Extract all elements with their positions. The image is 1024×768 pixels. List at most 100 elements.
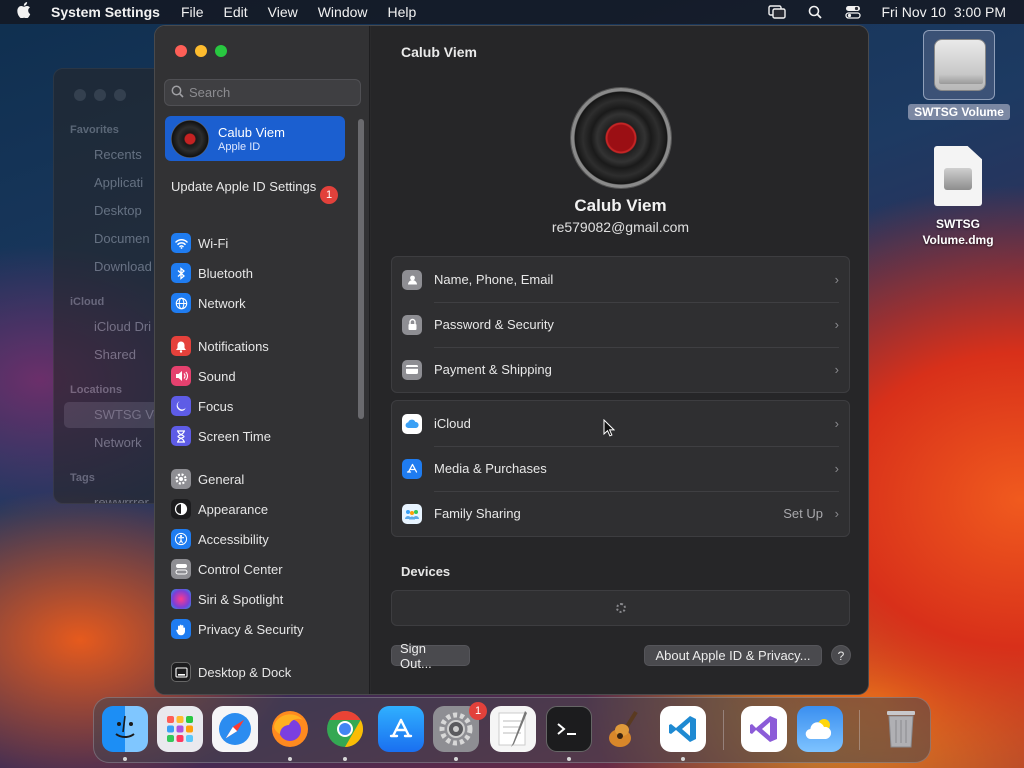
finder-item-desktop[interactable]: Desktop bbox=[94, 203, 142, 218]
dock-trash-icon[interactable] bbox=[878, 706, 924, 752]
dock-launchpad-icon[interactable] bbox=[157, 706, 203, 752]
dock-terminal-icon[interactable] bbox=[546, 706, 592, 752]
sidebar-item-accessibility[interactable]: Accessibility bbox=[171, 528, 269, 550]
row-label: Family Sharing bbox=[434, 506, 521, 521]
finder-item-documents[interactable]: Documen bbox=[94, 231, 150, 246]
row-payment-shipping[interactable]: Payment & Shipping › bbox=[392, 347, 849, 392]
finder-item-swtsg-volume[interactable]: SWTSG Vo bbox=[94, 407, 160, 422]
dock-weather-icon[interactable] bbox=[797, 706, 843, 752]
sidebar-item-privacy-security[interactable]: Privacy & Security bbox=[171, 618, 303, 640]
row-icloud[interactable]: iCloud › bbox=[392, 401, 849, 446]
sidebar-scrollbar-thumb[interactable] bbox=[358, 119, 364, 419]
control-center-icon[interactable] bbox=[844, 5, 862, 19]
desktop-dmg-label[interactable]: SWTSG Volume.dmg bbox=[906, 216, 1010, 248]
sidebar-item-label: Desktop & Dock bbox=[198, 664, 292, 680]
account-name: Calub Viem bbox=[218, 124, 285, 140]
sidebar-item-update-apple-id[interactable]: Update Apple ID Settings bbox=[171, 179, 341, 195]
dock-visual-studio-icon[interactable] bbox=[741, 706, 787, 752]
menu-window[interactable]: Window bbox=[318, 4, 368, 20]
row-family-sharing[interactable]: Family Sharing Set Up › bbox=[392, 491, 849, 536]
globe-icon bbox=[171, 293, 191, 313]
chevron-right-icon: › bbox=[834, 416, 839, 431]
sidebar-item-focus[interactable]: Focus bbox=[171, 395, 233, 417]
dock-settings-badge: 1 bbox=[469, 702, 487, 720]
finder-window[interactable]: Favorites Recents Applicati Desktop Docu… bbox=[53, 68, 163, 504]
finder-item-downloads[interactable]: Download bbox=[94, 259, 152, 274]
dock-vscode-icon[interactable] bbox=[660, 706, 706, 752]
sidebar-search[interactable] bbox=[164, 79, 361, 106]
finder-item-applications[interactable]: Applicati bbox=[94, 175, 143, 190]
bluetooth-icon bbox=[171, 263, 191, 283]
finder-section-icloud: iCloud bbox=[70, 296, 105, 308]
dock-running-indicator bbox=[567, 757, 571, 761]
row-password-security[interactable]: Password & Security › bbox=[392, 302, 849, 347]
dock-separator bbox=[723, 710, 724, 750]
sidebar-item-apple-id[interactable]: Calub Viem Apple ID bbox=[165, 116, 345, 161]
finder-item-shared[interactable]: Shared bbox=[94, 347, 136, 362]
minimize-button[interactable] bbox=[195, 45, 207, 57]
about-apple-id-privacy-button[interactable]: About Apple ID & Privacy... bbox=[644, 645, 822, 666]
profile-email: re579082@gmail.com bbox=[551, 219, 690, 235]
sidebar-item-label: General bbox=[198, 471, 245, 487]
sidebar-item-sound[interactable]: Sound bbox=[171, 365, 236, 387]
apple-menu-icon[interactable] bbox=[17, 2, 39, 22]
desktop-dmg-icon[interactable] bbox=[934, 146, 982, 206]
sidebar-item-general[interactable]: General bbox=[171, 468, 244, 490]
sidebar-item-wifi[interactable]: Wi-Fi bbox=[171, 232, 228, 254]
finder-item-recents[interactable]: Recents bbox=[94, 147, 142, 162]
row-name-phone-email[interactable]: Name, Phone, Email › bbox=[392, 257, 849, 302]
dock-instruments-icon[interactable] bbox=[601, 706, 647, 752]
finder-item-network[interactable]: Network bbox=[94, 435, 142, 450]
menu-clock[interactable]: Fri Nov 10 3:00 PM bbox=[882, 4, 1007, 20]
sidebar-item-network[interactable]: Network bbox=[171, 292, 246, 314]
sidebar-item-label: Appearance bbox=[198, 501, 269, 517]
menu-view[interactable]: View bbox=[268, 4, 298, 20]
dock-safari-icon[interactable] bbox=[212, 706, 258, 752]
screen-mirroring-icon[interactable] bbox=[767, 5, 786, 19]
page-title: Calub Viem bbox=[401, 44, 477, 60]
finder-item-icloud-drive[interactable]: iCloud Dri bbox=[94, 319, 151, 334]
sidebar-item-label: Focus bbox=[198, 398, 234, 414]
search-input[interactable] bbox=[189, 85, 349, 100]
sidebar-item-screen-time[interactable]: Screen Time bbox=[171, 425, 271, 447]
sidebar-item-label: Notifications bbox=[198, 338, 269, 354]
sidebar-item-notifications[interactable]: Notifications bbox=[171, 335, 269, 357]
finder-section-favorites: Favorites bbox=[70, 124, 119, 136]
app-menu[interactable]: System Settings bbox=[51, 4, 160, 20]
sidebar-scrollbar[interactable] bbox=[358, 119, 364, 419]
sidebar-item-label: Screen Time bbox=[198, 428, 271, 444]
dock-app-store-icon[interactable] bbox=[378, 706, 424, 752]
dock-firefox-icon[interactable] bbox=[267, 706, 313, 752]
dock-finder-icon[interactable] bbox=[102, 706, 148, 752]
help-button[interactable]: ? bbox=[831, 645, 851, 665]
system-settings-window: Calub Viem Apple ID Update Apple ID Sett… bbox=[154, 25, 869, 695]
menu-edit[interactable]: Edit bbox=[224, 4, 248, 20]
loading-spinner-icon bbox=[615, 603, 626, 613]
dock-textedit-icon[interactable] bbox=[490, 706, 536, 752]
desktop-drive-icon[interactable] bbox=[923, 30, 995, 100]
menu-help[interactable]: Help bbox=[388, 4, 417, 20]
sidebar-item-siri-spotlight[interactable]: Siri & Spotlight bbox=[171, 588, 283, 610]
sidebar-item-appearance[interactable]: Appearance bbox=[171, 498, 268, 520]
finder-section-tags: Tags bbox=[70, 472, 95, 484]
sidebar-item-label: Siri & Spotlight bbox=[198, 591, 284, 607]
app-store-icon bbox=[402, 458, 422, 479]
row-media-purchases[interactable]: Media & Purchases › bbox=[392, 446, 849, 491]
sidebar-item-desktop-dock[interactable]: Desktop & Dock bbox=[171, 661, 291, 683]
zoom-button[interactable] bbox=[215, 45, 227, 57]
sidebar-item-bluetooth[interactable]: Bluetooth bbox=[171, 262, 253, 284]
row-label: Password & Security bbox=[434, 317, 554, 332]
desktop-drive-label[interactable]: SWTSG Volume bbox=[908, 104, 1010, 120]
dock-separator bbox=[859, 710, 860, 750]
close-button[interactable] bbox=[175, 45, 187, 57]
sidebar-item-control-center[interactable]: Control Center bbox=[171, 558, 283, 580]
row-label: Name, Phone, Email bbox=[434, 272, 554, 287]
finder-item-tag[interactable]: rewwrrrer bbox=[94, 495, 149, 503]
menu-file[interactable]: File bbox=[181, 4, 204, 20]
speaker-icon bbox=[171, 366, 191, 386]
profile-avatar[interactable] bbox=[571, 88, 671, 188]
dock-chrome-icon[interactable] bbox=[322, 706, 368, 752]
sign-out-button[interactable]: Sign Out... bbox=[391, 641, 470, 671]
dock-running-indicator bbox=[288, 757, 292, 761]
spotlight-search-icon[interactable] bbox=[806, 5, 824, 19]
